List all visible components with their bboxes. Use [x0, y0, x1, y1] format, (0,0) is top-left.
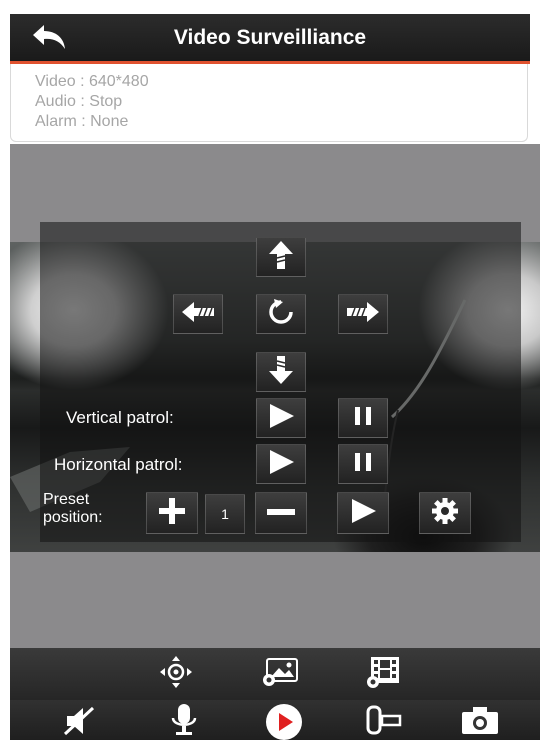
mute-button[interactable]	[56, 702, 104, 742]
snapshot-icon	[460, 704, 500, 741]
image-settings-button[interactable]	[256, 654, 304, 694]
image-settings-icon	[261, 656, 299, 693]
page-title: Video Surveilliance	[173, 26, 367, 49]
preset-number-field[interactable]: 1	[205, 494, 245, 534]
vertical-patrol-stop-button[interactable]	[338, 398, 388, 438]
preset-position-label: Preset position:	[43, 491, 103, 527]
preset-decrement-button[interactable]	[255, 492, 307, 534]
play-icon	[267, 449, 295, 480]
video-status-value: 640*480	[88, 73, 149, 90]
preset-increment-button[interactable]	[146, 492, 198, 534]
mute-icon	[63, 704, 97, 741]
gear-icon	[431, 497, 459, 530]
play-icon	[349, 498, 377, 529]
toolbar-bottom	[10, 700, 540, 740]
video-status-label: Video :	[35, 73, 89, 90]
status-panel: Video : 640*480 Audio : Stop Alarm : Non…	[10, 64, 528, 142]
microphone-button[interactable]	[160, 702, 208, 742]
preset-go-button[interactable]	[337, 492, 389, 534]
preset-label-line2: position:	[43, 509, 103, 526]
video-status: Video : 640*480	[35, 72, 527, 92]
vertical-patrol-label: Vertical patrol:	[66, 408, 174, 427]
play-record-icon	[264, 700, 304, 745]
arrow-left-icon	[181, 301, 215, 328]
pan-down-button[interactable]	[256, 352, 306, 392]
pan-right-button[interactable]	[338, 294, 388, 334]
camera-switch-icon	[364, 703, 404, 742]
snapshot-button[interactable]	[456, 702, 504, 742]
audio-status-label: Audio :	[35, 93, 90, 110]
horizontal-patrol-stop-button[interactable]	[338, 444, 388, 484]
preset-settings-button[interactable]	[419, 492, 471, 534]
audio-status-value: Stop	[89, 93, 123, 110]
arrow-down-icon	[268, 355, 294, 390]
horizontal-patrol-start-button[interactable]	[256, 444, 306, 484]
microphone-icon	[169, 703, 199, 742]
play-icon	[267, 403, 295, 434]
reset-position-button[interactable]	[256, 294, 306, 334]
pause-icon	[352, 451, 374, 478]
pan-up-button[interactable]	[256, 237, 306, 277]
alarm-status-label: Alarm :	[35, 113, 91, 130]
arrow-up-icon	[268, 240, 294, 275]
minus-icon	[265, 504, 297, 522]
horizontal-patrol-label: Horizontal patrol:	[54, 455, 183, 474]
back-arrow-icon	[31, 23, 69, 56]
arrow-right-icon	[346, 301, 380, 328]
vertical-patrol-start-button[interactable]	[256, 398, 306, 438]
record-button[interactable]	[260, 702, 308, 742]
alarm-status-value: None	[90, 113, 129, 130]
pan-left-button[interactable]	[173, 294, 223, 334]
camera-switch-button[interactable]	[360, 702, 408, 742]
top-bar: Video Surveilliance	[10, 14, 530, 64]
preset-label-line1: Preset	[43, 491, 90, 508]
toolbar-top	[10, 648, 540, 701]
plus-icon	[157, 496, 187, 531]
refresh-icon	[266, 297, 296, 332]
ptz-control-button[interactable]	[152, 654, 200, 694]
pause-icon	[352, 405, 374, 432]
back-button[interactable]	[26, 22, 74, 56]
audio-status: Audio : Stop	[35, 92, 527, 112]
alarm-status: Alarm : None	[35, 112, 527, 132]
video-settings-icon	[365, 655, 403, 694]
video-settings-button[interactable]	[360, 654, 408, 694]
ptz-icon	[159, 655, 193, 694]
